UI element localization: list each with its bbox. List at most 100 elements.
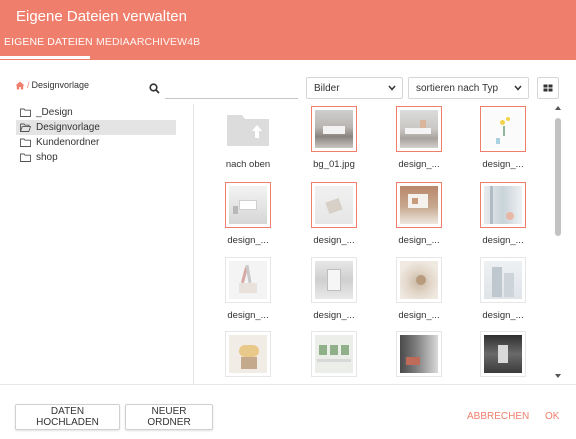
file-item[interactable]: design_... xyxy=(389,257,449,321)
image-preview xyxy=(484,186,522,224)
sort-select[interactable]: sortieren nach Typ xyxy=(408,77,529,99)
folder-icon xyxy=(20,108,31,117)
file-name: nach oben xyxy=(225,159,271,170)
file-item[interactable]: design_... xyxy=(473,106,533,170)
scroll-up-arrow[interactable] xyxy=(554,104,562,112)
scrollbar[interactable] xyxy=(554,104,562,382)
upload-button[interactable]: DATEN HOCHLADEN xyxy=(15,404,120,430)
file-item[interactable]: design_... xyxy=(218,257,278,321)
ok-button[interactable]: OK xyxy=(545,411,559,422)
tree-item-label: Designvorlage xyxy=(36,122,100,133)
image-preview xyxy=(229,335,267,373)
sort-select-value: sortieren nach Typ xyxy=(416,82,499,94)
type-select-value: Bilder xyxy=(314,82,340,94)
tree-item-shop[interactable]: shop xyxy=(16,150,176,165)
panel-divider xyxy=(193,104,194,384)
scrollbar-thumb[interactable] xyxy=(555,118,561,236)
tree-item-label: shop xyxy=(36,152,58,163)
scroll-down-arrow[interactable] xyxy=(554,372,562,380)
folder-icon xyxy=(20,153,31,162)
file-name: design_... xyxy=(482,159,524,170)
image-preview xyxy=(484,335,522,373)
thumbnail xyxy=(480,257,526,303)
file-item[interactable]: design_... xyxy=(389,182,449,246)
image-preview xyxy=(400,110,438,148)
breadcrumb-separator: / xyxy=(27,80,30,90)
file-name: design_... xyxy=(482,310,524,321)
file-item[interactable]: design_... xyxy=(473,257,533,321)
triangle-down-icon xyxy=(555,374,561,378)
thumbnail xyxy=(480,331,526,377)
tree-item-design[interactable]: _Design xyxy=(16,105,176,120)
view-toggle-button[interactable] xyxy=(537,77,559,99)
image-preview xyxy=(315,261,353,299)
new-folder-button[interactable]: NEUER ORDNER xyxy=(125,404,213,430)
thumbnail xyxy=(396,106,442,152)
type-select[interactable]: Bilder xyxy=(306,77,403,99)
cancel-button[interactable]: ABBRECHEN xyxy=(467,411,529,422)
breadcrumb-current: Designvorlage xyxy=(31,80,90,90)
file-name: design_... xyxy=(227,235,269,246)
file-name: bg_01.jpg xyxy=(313,159,355,170)
file-name: design_... xyxy=(398,235,440,246)
file-item[interactable]: bg_01.jpg xyxy=(304,106,364,170)
tab-eigene-dateien[interactable]: EIGENE DATEIEN xyxy=(4,36,93,48)
file-item[interactable] xyxy=(218,331,278,382)
tree-item-designvorlage[interactable]: Designvorlage xyxy=(16,120,176,135)
file-name: design_... xyxy=(313,235,355,246)
folder-icon xyxy=(20,138,31,147)
folder-open-icon xyxy=(20,123,31,132)
footer-divider xyxy=(0,384,576,385)
thumbnail xyxy=(311,257,357,303)
active-tab-indicator xyxy=(0,56,90,59)
triangle-up-icon xyxy=(555,106,561,110)
thumbnail xyxy=(480,182,526,228)
file-name: design_... xyxy=(482,235,524,246)
search-icon xyxy=(148,82,160,94)
thumbnail xyxy=(311,182,357,228)
file-name: design_... xyxy=(398,159,440,170)
file-item-up[interactable]: nach oben xyxy=(218,106,278,170)
image-preview xyxy=(315,335,353,373)
image-preview xyxy=(484,261,522,299)
file-name: design_... xyxy=(398,310,440,321)
file-item[interactable]: design_... xyxy=(304,257,364,321)
home-icon xyxy=(15,81,25,89)
thumbnail xyxy=(396,257,442,303)
file-item[interactable] xyxy=(473,331,533,382)
image-preview xyxy=(315,110,353,148)
file-item[interactable]: design_... xyxy=(218,182,278,246)
file-item[interactable]: design_... xyxy=(473,182,533,246)
image-preview xyxy=(229,186,267,224)
thumbnail xyxy=(480,106,526,152)
thumbnail xyxy=(396,331,442,377)
thumbnail xyxy=(225,106,271,152)
file-item[interactable]: design_... xyxy=(389,106,449,170)
image-preview xyxy=(400,335,438,373)
file-grid: nach oben bg_01.jpg design_... design_..… xyxy=(196,104,550,382)
thumbnail xyxy=(311,106,357,152)
chevron-down-icon xyxy=(514,85,522,91)
dialog-title: Eigene Dateien verwalten xyxy=(16,8,187,25)
file-item[interactable] xyxy=(304,331,364,382)
file-name: design_... xyxy=(313,310,355,321)
grid-view-icon xyxy=(543,84,553,92)
file-item[interactable] xyxy=(389,331,449,382)
file-item[interactable]: design_... xyxy=(304,182,364,246)
thumbnail xyxy=(225,331,271,377)
search-input[interactable] xyxy=(165,78,298,99)
search-button[interactable] xyxy=(144,78,164,98)
thumbnail xyxy=(225,182,271,228)
tree-item-label: Kundenordner xyxy=(36,137,100,148)
tree-item-kundenordner[interactable]: Kundenordner xyxy=(16,135,176,150)
tab-mediaarchiv[interactable]: MEDIAARCHIVEW4B xyxy=(96,36,200,48)
dialog-header: Eigene Dateien verwalten EIGENE DATEIEN … xyxy=(0,0,576,60)
breadcrumb[interactable]: / Designvorlage xyxy=(15,80,89,90)
chevron-down-icon xyxy=(388,85,396,91)
image-preview xyxy=(400,261,438,299)
image-preview xyxy=(315,186,353,224)
tree-item-label: _Design xyxy=(36,107,73,118)
image-preview xyxy=(229,261,267,299)
thumbnail xyxy=(396,182,442,228)
image-preview xyxy=(400,186,438,224)
